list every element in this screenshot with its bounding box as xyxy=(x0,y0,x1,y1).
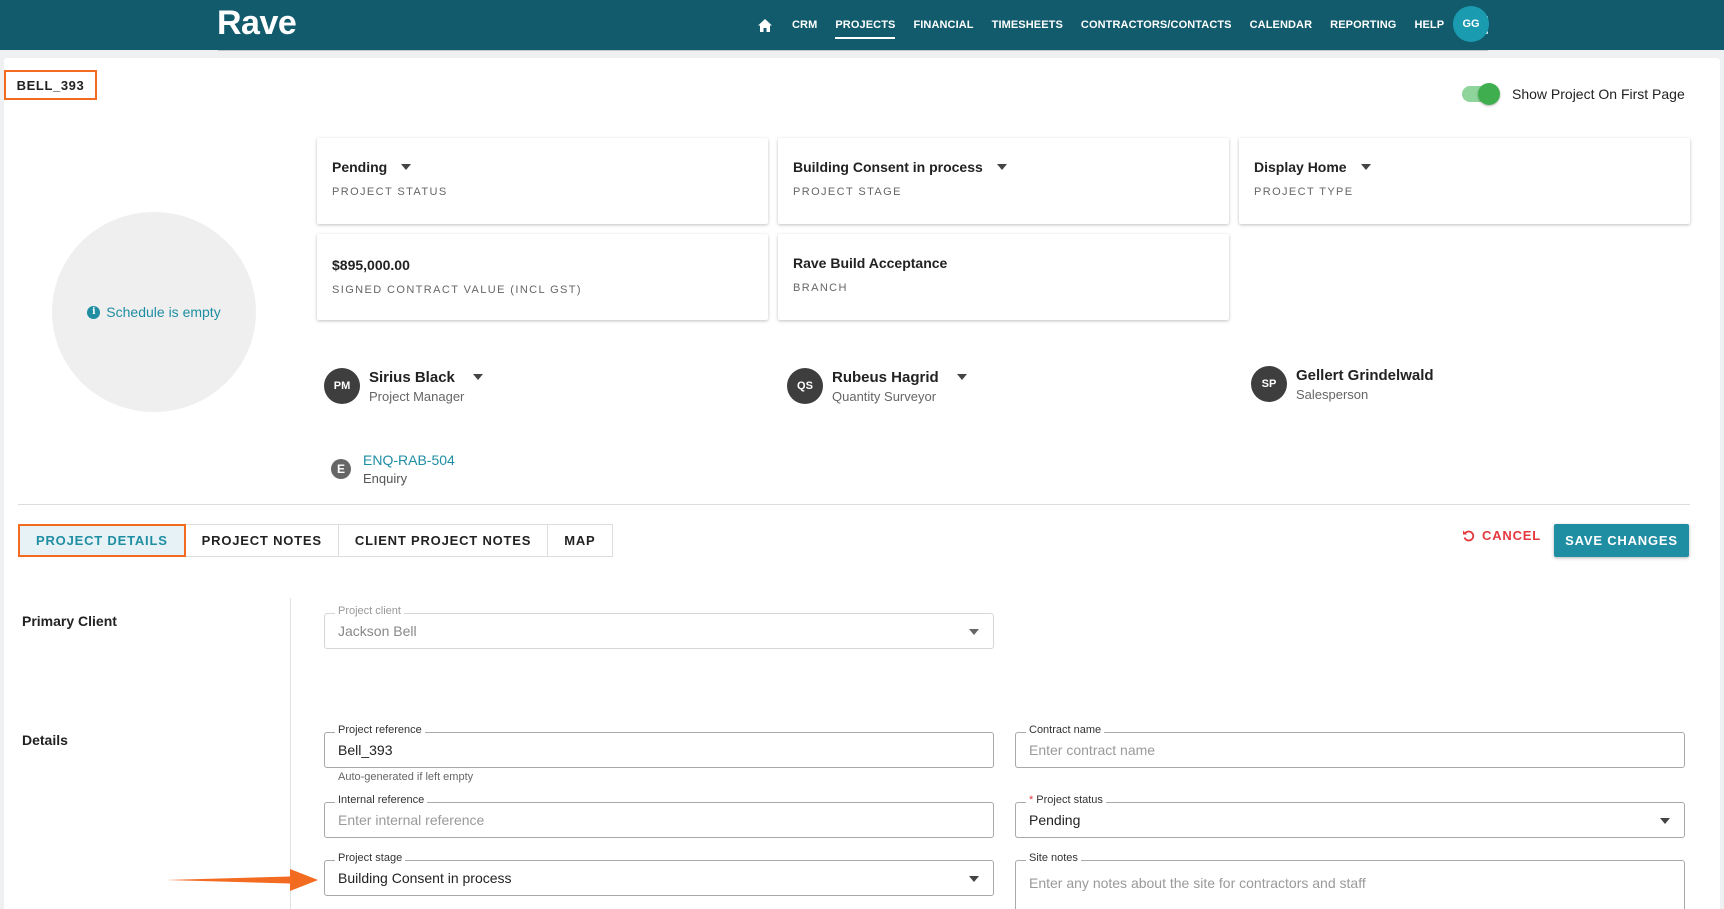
chevron-down-icon xyxy=(969,876,979,882)
project-status-tile[interactable]: Pending PROJECT STATUS xyxy=(317,138,768,224)
salesperson: SP Gellert Grindelwald Salesperson xyxy=(1251,366,1434,402)
project-stage-label: PROJECT STAGE xyxy=(793,186,902,198)
project-reference-helper: Auto-generated if left empty xyxy=(338,771,474,783)
tab-project-notes[interactable]: PROJECT NOTES xyxy=(184,524,339,557)
section-divider xyxy=(18,504,1690,505)
project-tabs: PROJECT DETAILS PROJECT NOTES CLIENT PRO… xyxy=(18,524,613,557)
project-status-label-text: Project status xyxy=(1036,794,1103,806)
tab-map[interactable]: MAP xyxy=(547,524,613,557)
chevron-down-icon[interactable] xyxy=(1360,164,1371,170)
app-logo[interactable]: Rave xyxy=(217,4,297,43)
quantity-surveyor[interactable]: QS Rubeus Hagrid Quantity Surveyor xyxy=(787,368,967,404)
enquiry-link-block: E ENQ-RAB-504 Enquiry xyxy=(331,452,455,486)
avatar: QS xyxy=(787,368,823,404)
enquiry-badge: E xyxy=(331,459,351,479)
topbar-underline xyxy=(218,50,1488,51)
nav-item-contractors-contacts[interactable]: CONTRACTORS/CONTACTS xyxy=(1081,14,1232,36)
chevron-down-icon xyxy=(1660,818,1670,824)
avatar: SP xyxy=(1251,366,1287,402)
top-navigation-bar: Rave CRM PROJECTS FINANCIAL TIMESHEETS C… xyxy=(0,0,1724,50)
save-changes-button[interactable]: SAVE CHANGES xyxy=(1554,524,1689,557)
project-reference-value: Bell_393 xyxy=(338,742,393,758)
project-type-tile[interactable]: Display Home PROJECT TYPE xyxy=(1239,138,1690,224)
site-notes-placeholder: Enter any notes about the site for contr… xyxy=(1029,875,1366,891)
annotation-arrow-icon xyxy=(166,869,318,891)
enquiry-link[interactable]: ENQ-RAB-504 xyxy=(363,452,455,468)
project-status-label: PROJECT STATUS xyxy=(332,186,448,198)
tab-project-details[interactable]: PROJECT DETAILS xyxy=(18,524,186,557)
project-manager-name: Sirius Black xyxy=(369,368,455,386)
form-divider xyxy=(290,598,291,909)
contract-value: $895,000.00 xyxy=(332,257,410,273)
project-status-select[interactable]: * Project status Pending xyxy=(1015,794,1685,838)
cancel-label: CANCEL xyxy=(1482,528,1541,543)
contract-name-placeholder: Enter contract name xyxy=(1029,742,1156,758)
project-manager[interactable]: PM Sirius Black Project Manager xyxy=(324,368,483,404)
nav-item-calendar[interactable]: CALENDAR xyxy=(1250,14,1313,36)
internal-reference-field[interactable]: Internal reference Enter internal refere… xyxy=(324,794,994,838)
project-reference-label: Project reference xyxy=(335,724,425,736)
branch-label: BRANCH xyxy=(793,282,848,294)
project-stage-tile[interactable]: Building Consent in process PROJECT STAG… xyxy=(778,138,1229,224)
quantity-surveyor-role: Quantity Surveyor xyxy=(832,388,937,404)
project-client-label: Project client xyxy=(335,605,404,617)
chevron-down-icon[interactable] xyxy=(956,374,967,380)
project-client-select: Project client Jackson Bell xyxy=(324,605,994,649)
internal-reference-label: Internal reference xyxy=(335,794,428,806)
contract-value-tile: $895,000.00 SIGNED CONTRACT VALUE (INCL … xyxy=(317,234,768,320)
nav-item-crm[interactable]: CRM xyxy=(792,14,817,36)
toggle-label: Show Project On First Page xyxy=(1512,86,1685,102)
show-on-first-page-toggle[interactable]: Show Project On First Page xyxy=(1462,83,1685,105)
project-status-field-label: * Project status xyxy=(1026,794,1106,806)
project-type-label: PROJECT TYPE xyxy=(1254,186,1354,198)
branch-value: Rave Build Acceptance xyxy=(793,255,948,271)
quantity-surveyor-name: Rubeus Hagrid xyxy=(832,368,939,386)
primary-client-heading: Primary Client xyxy=(22,613,117,629)
salesperson-name: Gellert Grindelwald xyxy=(1296,366,1434,384)
enquiry-label: Enquiry xyxy=(363,471,408,486)
info-icon: i xyxy=(87,305,101,319)
project-stage-select[interactable]: Project stage Building Consent in proces… xyxy=(324,852,994,896)
project-manager-role: Project Manager xyxy=(369,388,465,404)
tab-client-project-notes[interactable]: CLIENT PROJECT NOTES xyxy=(337,524,549,557)
undo-icon xyxy=(1463,530,1475,542)
project-stage-value: Building Consent in process xyxy=(793,159,983,175)
nav-item-timesheets[interactable]: TIMESHEETS xyxy=(992,14,1063,36)
salesperson-role: Salesperson xyxy=(1296,386,1369,402)
project-reference-badge: BELL_393 xyxy=(4,70,97,100)
site-notes-label: Site notes xyxy=(1026,852,1081,864)
schedule-empty-text: Schedule is empty xyxy=(106,304,221,320)
internal-reference-placeholder: Enter internal reference xyxy=(338,812,485,828)
required-mark: * xyxy=(1029,794,1034,806)
chevron-down-icon xyxy=(969,629,979,635)
home-icon[interactable] xyxy=(756,16,774,34)
toggle-switch[interactable] xyxy=(1462,83,1500,105)
project-stage-field-label: Project stage xyxy=(335,852,406,864)
cancel-button[interactable]: CANCEL xyxy=(1462,528,1541,543)
branch-tile: Rave Build Acceptance BRANCH xyxy=(778,234,1229,320)
project-stage-field-value: Building Consent in process xyxy=(338,870,512,886)
nav-item-projects[interactable]: PROJECTS xyxy=(835,14,896,39)
site-notes-textarea[interactable]: Site notes Enter any notes about the sit… xyxy=(1015,852,1685,909)
details-heading: Details xyxy=(22,732,68,748)
schedule-widget: i Schedule is empty xyxy=(52,212,256,412)
project-status-value: Pending xyxy=(332,159,388,175)
chevron-down-icon[interactable] xyxy=(401,164,412,170)
chevron-down-icon[interactable] xyxy=(996,164,1007,170)
avatar: PM xyxy=(324,368,360,404)
main-nav: CRM PROJECTS FINANCIAL TIMESHEETS CONTRA… xyxy=(756,0,1489,50)
chevron-down-icon[interactable] xyxy=(472,374,483,380)
project-client-value: Jackson Bell xyxy=(338,623,417,639)
contract-name-label: Contract name xyxy=(1026,724,1105,736)
contract-value-label: SIGNED CONTRACT VALUE (INCL GST) xyxy=(332,284,582,296)
project-type-value: Display Home xyxy=(1254,159,1347,175)
contract-name-field[interactable]: Contract name Enter contract name xyxy=(1015,724,1685,768)
nav-item-help[interactable]: HELP xyxy=(1414,14,1444,36)
nav-item-reporting[interactable]: REPORTING xyxy=(1330,14,1396,36)
user-avatar[interactable]: GG xyxy=(1453,6,1489,42)
toggle-knob xyxy=(1478,83,1500,105)
nav-item-financial[interactable]: FINANCIAL xyxy=(913,14,973,36)
project-status-field-value: Pending xyxy=(1029,812,1081,828)
project-reference-field[interactable]: Project reference Bell_393 xyxy=(324,724,994,768)
